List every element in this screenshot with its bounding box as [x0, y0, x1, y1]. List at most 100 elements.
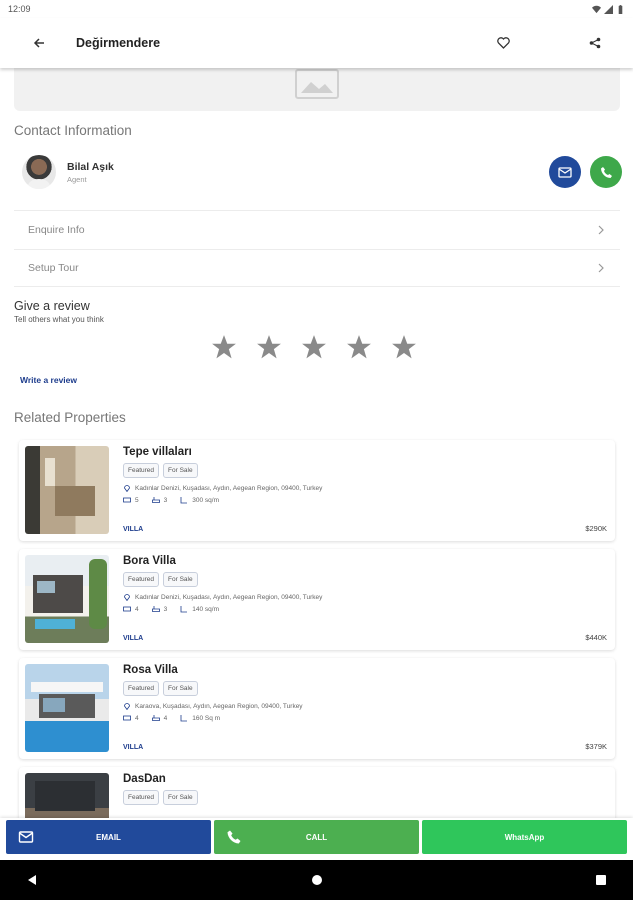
property-info: Tepe villaları Featured For Sale Kadınla… [123, 446, 607, 535]
nav-back-icon[interactable] [26, 874, 38, 886]
chevron-right-icon [598, 263, 604, 273]
star-icon-1[interactable] [211, 334, 237, 360]
location-pin-icon [124, 703, 130, 710]
featured-tag: Featured [123, 463, 160, 478]
agent-row: Bilal Aşık Agent [22, 152, 622, 192]
property-thumbnail [25, 446, 109, 534]
app-bar: Değirmendere [0, 18, 633, 68]
area-value: 160 Sq m [192, 714, 221, 722]
property-card[interactable]: Tepe villaları Featured For Sale Kadınla… [19, 440, 615, 541]
property-type: VILLA [123, 635, 144, 642]
heart-icon [496, 37, 510, 49]
property-thumbnail [25, 555, 109, 643]
star-icon-5[interactable] [391, 334, 417, 360]
property-type: VILLA [123, 744, 144, 751]
property-name: Rosa Villa [123, 664, 178, 676]
related-section-title: Related Properties [14, 410, 126, 425]
share-icon [589, 37, 601, 49]
property-address: Karaova, Kuşadası, Aydın, Aegean Region,… [135, 702, 303, 710]
property-thumbnail [25, 664, 109, 752]
featured-tag: Featured [123, 572, 160, 587]
favorite-button[interactable] [492, 32, 514, 54]
rating-stars [211, 334, 417, 360]
mail-icon [558, 166, 572, 178]
bath-icon [151, 715, 160, 721]
mail-icon [18, 831, 34, 843]
enquire-info-label: Enquire Info [28, 223, 85, 236]
baths-count: 3 [163, 605, 168, 613]
location-pin-icon [124, 594, 130, 601]
property-tags: Featured For Sale [123, 681, 607, 696]
bed-icon [123, 606, 131, 612]
page-title: Değirmendere [76, 36, 161, 50]
star-icon-2[interactable] [256, 334, 282, 360]
property-info: Bora Villa Featured For Sale Kadınlar De… [123, 555, 607, 644]
property-facts: 5 3 300 sq/m [123, 496, 607, 504]
call-button[interactable]: CALL [214, 820, 419, 854]
share-button[interactable] [584, 32, 606, 54]
property-tags: Featured For Sale [123, 572, 607, 587]
property-name: DasDan [123, 773, 166, 785]
bath-icon [151, 606, 160, 612]
property-type: VILLA [123, 526, 144, 533]
property-tags: Featured For Sale [123, 463, 607, 478]
property-facts: 4 3 140 sq/m [123, 605, 607, 613]
review-title: Give a review [14, 299, 90, 313]
enquire-info-link[interactable]: Enquire Info [14, 210, 620, 248]
battery-icon [618, 4, 623, 14]
star-icon-4[interactable] [346, 334, 372, 360]
image-icon [295, 69, 339, 99]
agent-email-button[interactable] [549, 156, 581, 188]
property-price: $290K [585, 524, 607, 533]
area-value: 140 sq/m [192, 605, 219, 613]
location-pin-icon [124, 485, 130, 492]
status-time: 12:09 [8, 4, 31, 14]
email-button-label: EMAIL [96, 832, 121, 842]
agent-call-button[interactable] [590, 156, 622, 188]
property-card[interactable]: DasDan Featured For Sale [19, 767, 615, 818]
bed-icon [123, 715, 131, 721]
property-address-row: Kadınlar Denizi, Kuşadası, Aydın, Aegean… [123, 593, 607, 601]
baths-count: 4 [163, 714, 168, 722]
property-price: $440K [585, 633, 607, 642]
beds-count: 4 [135, 605, 139, 613]
phone-icon [227, 830, 241, 844]
email-button[interactable]: EMAIL [6, 820, 211, 854]
property-address: Kadınlar Denizi, Kuşadası, Aydın, Aegean… [135, 484, 323, 492]
status-tag: For Sale [163, 572, 198, 587]
screen: 12:09 Değirmendere Contact Information B… [0, 0, 633, 900]
back-button[interactable] [28, 32, 50, 54]
property-tags: Featured For Sale [123, 790, 607, 805]
featured-tag: Featured [123, 790, 160, 805]
bath-icon [151, 497, 160, 503]
beds-count: 4 [135, 714, 139, 722]
star-icon-3[interactable] [301, 334, 327, 360]
agent-role: Agent [67, 174, 87, 184]
property-name: Tepe villaları [123, 446, 192, 458]
property-address: Kadınlar Denizi, Kuşadası, Aydın, Aegean… [135, 593, 323, 601]
area-icon [180, 715, 188, 722]
setup-tour-link[interactable]: Setup Tour [14, 249, 620, 287]
system-nav-bar [0, 860, 633, 900]
area-icon [180, 497, 188, 504]
nav-recents-icon[interactable] [595, 874, 607, 886]
property-address-row: Karaova, Kuşadası, Aydın, Aegean Region,… [123, 702, 607, 710]
scroll-content[interactable]: Contact Information Bilal Aşık Agent Enq… [0, 68, 633, 818]
status-tag: For Sale [163, 681, 198, 696]
beds-count: 5 [135, 496, 139, 504]
chevron-right-icon [598, 225, 604, 234]
property-info: Rosa Villa Featured For Sale Karaova, Ku… [123, 664, 607, 753]
status-bar: 12:09 [0, 0, 633, 18]
featured-tag: Featured [123, 681, 160, 696]
property-facts: 4 4 160 Sq m [123, 714, 607, 722]
signal-icon [604, 4, 613, 14]
property-card[interactable]: Bora Villa Featured For Sale Kadınlar De… [19, 549, 615, 650]
property-card[interactable]: Rosa Villa Featured For Sale Karaova, Ku… [19, 658, 615, 759]
write-review-link[interactable]: Write a review [20, 375, 77, 385]
nav-home-icon[interactable] [311, 874, 323, 886]
setup-tour-label: Setup Tour [28, 262, 79, 274]
property-price: $379K [585, 742, 607, 751]
property-info: DasDan Featured For Sale [123, 773, 607, 818]
image-placeholder [14, 68, 620, 111]
whatsapp-button[interactable]: WhatsApp [422, 820, 627, 854]
